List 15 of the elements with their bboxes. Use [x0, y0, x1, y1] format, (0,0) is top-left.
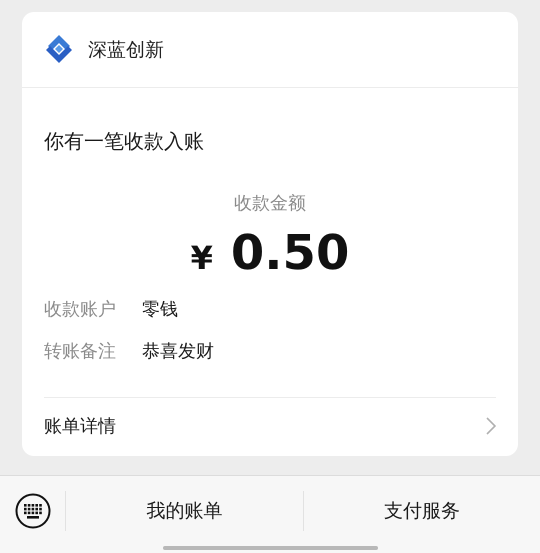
brand-name: 深蓝创新 — [88, 38, 164, 62]
chevron-icon — [486, 417, 496, 435]
details-link[interactable]: 账单详情 — [44, 397, 496, 454]
field-value: 零钱 — [142, 298, 178, 321]
field-label: 收款账户 — [44, 298, 116, 321]
bottom-bar-item[interactable]: 我的账单 — [66, 491, 304, 531]
message-title: 你有一笔收款入账 — [44, 128, 205, 155]
amount-label: 收款金额 — [233, 192, 307, 215]
amount: 0.50 — [230, 225, 350, 281]
field-label: 转账备注 — [44, 340, 116, 363]
keyboard-icon[interactable] — [14, 493, 50, 529]
bottom-bar-item[interactable]: 支付服务 — [304, 491, 540, 531]
field-value: 恭喜发财 — [142, 340, 214, 363]
currency-symbol: ¥ — [190, 239, 213, 277]
details-label: 账单详情 — [44, 415, 116, 438]
